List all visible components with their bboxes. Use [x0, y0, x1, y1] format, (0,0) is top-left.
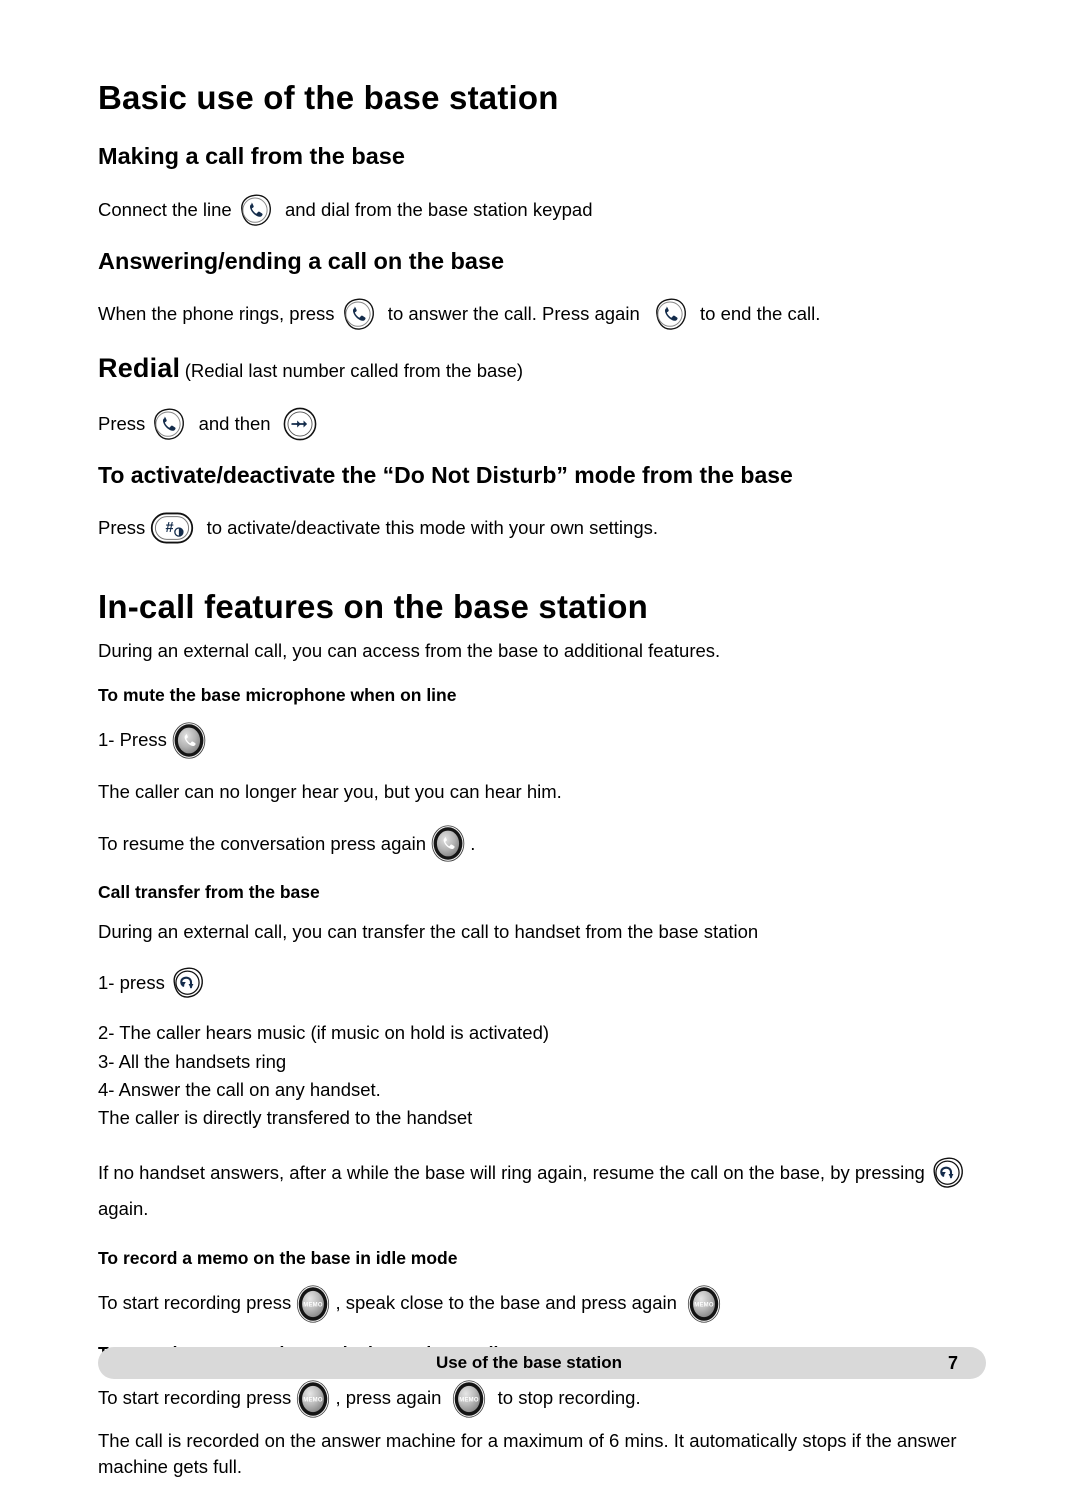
phone-icon — [340, 297, 376, 332]
subsection-heading-mute: To mute the base microphone when on line — [98, 684, 457, 705]
text-to-answer-press-again: to answer the call. Press again — [382, 303, 645, 325]
subsection-heading-record-memo: To record a memo on the base in idle mod… — [98, 1247, 458, 1268]
text-step-1-press: 1- press — [98, 971, 170, 993]
text-press: Press — [98, 516, 151, 538]
text-resume-conversation: To resume the conversation press again — [98, 832, 432, 854]
text-period: . — [470, 832, 476, 854]
call-transfer-fallback: If no handset answers, after a while the… — [98, 1155, 986, 1225]
document-page: # — [0, 0, 1080, 1477]
call-transfer-step-2: 2- The caller hears music (if music on h… — [98, 1022, 550, 1044]
section-title-in-call-features: In-call features on the base station — [98, 587, 648, 625]
in-call-features-intro: During an external call, you can access … — [98, 639, 721, 661]
call-transfer-step-4: 4- Answer the call on any handset. — [98, 1078, 381, 1100]
record-memo-instruction: To start recording press , speak close t… — [98, 1285, 986, 1323]
record-conversation-instruction: To start recording press , press again t… — [98, 1380, 986, 1418]
do-not-disturb-instruction: Press to activate/deactivate this mode w… — [98, 511, 986, 545]
mute-phone-icon — [431, 825, 465, 862]
mute-step-1: 1- Press — [98, 722, 986, 759]
section-heading-making-a-call: Making a call from the base — [98, 142, 405, 169]
call-transfer-step-1: 1- press — [98, 966, 986, 1000]
subsection-heading-call-transfer: Call transfer from the base — [98, 882, 320, 903]
text-activate-deactivate-mode: to activate/deactivate this mode with yo… — [201, 516, 659, 538]
memo-button-icon — [296, 1380, 330, 1418]
redial-instruction: Press and then — [98, 407, 986, 442]
redial-label: Redial — [98, 353, 181, 384]
call-transfer-intro: During an external call, you can transfe… — [98, 921, 759, 943]
section-heading-do-not-disturb: To activate/deactivate the “Do Not Distu… — [98, 461, 793, 488]
phone-icon — [652, 297, 688, 332]
page-title: Basic use of the base station — [98, 79, 559, 116]
redial-description: (Redial last number called from the base… — [184, 360, 523, 382]
memo-button-icon — [296, 1285, 330, 1323]
text-to-stop-recording: to stop recording. — [492, 1387, 641, 1409]
phone-icon — [237, 193, 273, 228]
text-to-end-the-call: to end the call. — [694, 303, 821, 325]
recall-transfer-icon — [170, 966, 205, 1000]
call-transfer-step-5: The caller is directly transfered to the… — [98, 1107, 473, 1129]
text-speak-close-press-again: , speak close to the base and press agai… — [335, 1292, 683, 1314]
answering-ending-instruction: When the phone rings, press to answer th… — [98, 297, 986, 332]
text-again: again. — [98, 1197, 149, 1219]
text-and-dial-keypad: and dial from the base station keypad — [279, 198, 593, 220]
call-transfer-step-3: 3- All the handsets ring — [98, 1050, 287, 1072]
making-a-call-instruction: Connect the line and dial from the base … — [98, 193, 986, 228]
mute-note: The caller can no longer hear you, but y… — [98, 780, 562, 802]
phone-icon — [150, 407, 186, 442]
recall-transfer-icon — [930, 1156, 965, 1190]
text-step-1-press: 1- Press — [98, 728, 173, 750]
text-and-then: and then — [193, 412, 276, 434]
hash-do-not-disturb-icon — [150, 511, 194, 545]
redial-double-arrow-icon — [283, 407, 317, 441]
text-press: Press — [98, 412, 151, 434]
text-when-phone-rings: When the phone rings, press — [98, 303, 340, 325]
call-transfer-steps: 2- The caller hears music (if music on h… — [98, 1020, 986, 1131]
text-to-start-recording-press: To start recording press — [98, 1292, 297, 1314]
mute-resume-instruction: To resume the conversation press again . — [98, 825, 986, 862]
section-heading-answering-ending: Answering/ending a call on the base — [98, 247, 505, 274]
text-to-start-recording-press: To start recording press — [98, 1387, 297, 1409]
section-heading-redial: Redial (Redial last number called from t… — [98, 352, 986, 384]
page-footer: Use of the base station 7 — [98, 1347, 986, 1379]
document-body: Basic use of the base station Making a c… — [98, 79, 986, 1501]
record-conversation-note: The call is recorded on the answer machi… — [98, 1429, 957, 1478]
footer-title: Use of the base station — [435, 1353, 623, 1372]
memo-button-icon — [452, 1380, 486, 1418]
text-connect-the-line: Connect the line — [98, 198, 237, 220]
text-no-handset-answers: If no handset answers, after a while the… — [98, 1162, 930, 1184]
memo-button-icon — [687, 1285, 721, 1323]
page-number: 7 — [947, 1352, 958, 1373]
mute-phone-icon — [172, 722, 206, 759]
text-press-again: , press again — [335, 1387, 447, 1409]
